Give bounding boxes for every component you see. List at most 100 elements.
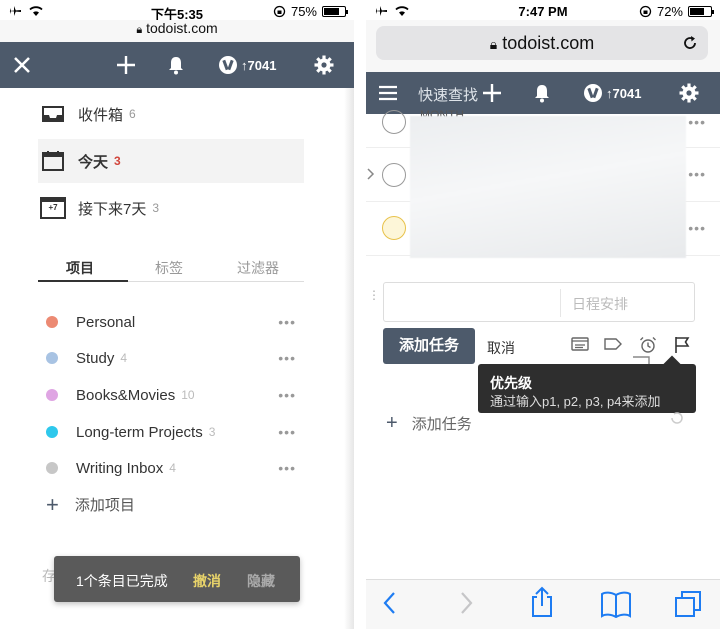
project-name: Study bbox=[76, 349, 115, 367]
calendar-icon bbox=[42, 151, 64, 171]
bell-icon[interactable] bbox=[533, 83, 551, 103]
screen-divider bbox=[354, 0, 366, 629]
karma-value: ↑7041 bbox=[606, 85, 642, 101]
add-project-button[interactable]: + 添加项目 bbox=[46, 491, 135, 517]
karma-score[interactable]: ↑7041 bbox=[584, 84, 641, 102]
project-color-dot bbox=[46, 352, 58, 364]
add-project-label: 添加项目 bbox=[74, 497, 135, 514]
icon-text: +7 bbox=[48, 203, 58, 212]
project-name: Writing Inbox bbox=[76, 459, 164, 477]
browser-header: 🔒︎ todoist.com bbox=[366, 20, 720, 72]
more-icon[interactable]: ••• bbox=[278, 350, 296, 366]
more-icon[interactable]: ••• bbox=[688, 166, 706, 182]
tabs-icon[interactable] bbox=[674, 590, 702, 618]
battery-icon bbox=[322, 6, 348, 17]
label-icon[interactable] bbox=[604, 336, 622, 352]
more-icon[interactable]: ••• bbox=[278, 424, 296, 440]
bookmarks-icon[interactable] bbox=[600, 590, 632, 618]
priority-tooltip: 优先级 通过输入p1, p2, p3, p4来添加 bbox=[478, 364, 696, 413]
gear-icon[interactable] bbox=[679, 83, 699, 103]
url-text: todoist.com bbox=[146, 20, 218, 36]
nav-today[interactable]: 今天 3 bbox=[38, 139, 304, 183]
project-count: 10 bbox=[181, 388, 195, 402]
add-task-label: 添加任务 bbox=[411, 416, 472, 433]
cancel-button[interactable]: 取消 bbox=[487, 338, 515, 358]
project-item[interactable]: Books&Movies 10 ••• bbox=[46, 380, 302, 410]
browser-toolbar bbox=[366, 579, 720, 629]
project-item[interactable]: Long-term Projects 3 ••• bbox=[46, 417, 302, 447]
hide-button[interactable]: 隐藏 bbox=[247, 571, 275, 591]
karma-icon bbox=[584, 84, 602, 102]
project-count: 3 bbox=[208, 425, 216, 439]
project-icon[interactable] bbox=[571, 336, 589, 352]
tab-filters[interactable]: 过滤器 bbox=[237, 258, 279, 278]
add-icon[interactable] bbox=[116, 55, 136, 75]
more-icon[interactable]: ••• bbox=[688, 220, 706, 236]
menu-icon[interactable] bbox=[378, 84, 398, 102]
url-text: todoist.com bbox=[502, 33, 595, 53]
nav-count: 3 bbox=[152, 201, 160, 215]
task-checkbox[interactable] bbox=[382, 163, 406, 187]
quick-find-input[interactable]: 快速查找 bbox=[418, 84, 478, 105]
more-icon[interactable]: ••• bbox=[278, 314, 296, 330]
nav-next-7-days[interactable]: +7 接下来7天 3 bbox=[38, 186, 304, 230]
plus-icon: + bbox=[46, 491, 59, 517]
tab-bar: 项目 标签 过滤器 bbox=[38, 252, 304, 282]
undo-button[interactable]: 撤消 bbox=[193, 571, 221, 591]
share-icon[interactable] bbox=[530, 586, 554, 618]
close-icon[interactable] bbox=[13, 56, 31, 74]
undo-history-icon[interactable] bbox=[669, 410, 685, 426]
calendar-plus7-icon: +7 bbox=[40, 197, 66, 219]
panel-edge-shadow bbox=[344, 88, 354, 629]
task-editor[interactable]: 日程安排 bbox=[383, 282, 695, 322]
battery-percent: 75% bbox=[290, 4, 317, 19]
tooltip-title: 优先级 bbox=[490, 375, 532, 391]
nav-label: 收件箱 bbox=[78, 106, 124, 124]
alarm-clock-icon[interactable] bbox=[639, 336, 657, 354]
add-task-link[interactable]: + 添加任务 bbox=[386, 412, 472, 435]
project-item[interactable]: Personal ••• bbox=[46, 307, 302, 337]
task-checkbox[interactable] bbox=[382, 110, 406, 134]
rotation-lock-icon bbox=[639, 5, 652, 18]
task-checkbox-priority[interactable] bbox=[382, 216, 406, 240]
chevron-right-icon[interactable] bbox=[367, 168, 375, 180]
rotation-lock-icon bbox=[273, 5, 286, 18]
nav-count: 6 bbox=[129, 107, 136, 121]
schedule-input[interactable]: 日程安排 bbox=[572, 294, 628, 314]
gear-icon[interactable] bbox=[314, 55, 334, 75]
nav-label: 接下来7天 bbox=[78, 200, 147, 218]
more-icon[interactable]: ••• bbox=[278, 460, 296, 476]
project-item[interactable]: Writing Inbox 4 ••• bbox=[46, 453, 302, 483]
project-color-dot bbox=[46, 462, 58, 474]
right-screen: 7:47 PM 72% 🔒︎ todoist.com 快速查找 ↑7041 MO… bbox=[366, 0, 720, 629]
lock-icon: 🔒︎ bbox=[489, 36, 498, 52]
status-bar: 下午5:35 75% bbox=[0, 0, 354, 22]
address-bar[interactable]: 🔒︎ todoist.com bbox=[0, 20, 354, 42]
back-icon[interactable] bbox=[382, 590, 396, 616]
add-icon[interactable] bbox=[482, 83, 502, 103]
nav-label: 今天 bbox=[78, 153, 109, 171]
project-item[interactable]: Study 4 ••• bbox=[46, 343, 302, 373]
nav-inbox[interactable]: 收件箱 6 bbox=[38, 92, 304, 136]
more-icon[interactable]: ••• bbox=[688, 114, 706, 130]
bell-icon[interactable] bbox=[167, 55, 185, 75]
karma-value: ↑7041 bbox=[241, 57, 277, 73]
status-bar: 7:47 PM 72% bbox=[366, 0, 720, 22]
tab-labels[interactable]: 标签 bbox=[155, 258, 183, 278]
redacted-task-content bbox=[410, 116, 686, 258]
forward-icon[interactable] bbox=[460, 590, 474, 616]
plus-icon: + bbox=[386, 412, 398, 434]
tab-projects[interactable]: 项目 bbox=[66, 258, 94, 278]
karma-score[interactable]: ↑7041 bbox=[219, 56, 276, 74]
karma-icon bbox=[219, 56, 237, 74]
priority-flag-icon[interactable] bbox=[673, 336, 691, 354]
toast-message: 1个条目已完成 bbox=[76, 573, 168, 589]
nav-count: 3 bbox=[114, 154, 121, 168]
project-color-dot bbox=[46, 426, 58, 438]
address-bar[interactable]: 🔒︎ todoist.com bbox=[376, 26, 708, 60]
add-task-button[interactable]: 添加任务 bbox=[383, 328, 475, 364]
project-count: 4 bbox=[120, 351, 128, 365]
project-color-dot bbox=[46, 316, 58, 328]
more-icon[interactable]: ••• bbox=[278, 387, 296, 403]
reload-icon[interactable] bbox=[682, 35, 698, 51]
